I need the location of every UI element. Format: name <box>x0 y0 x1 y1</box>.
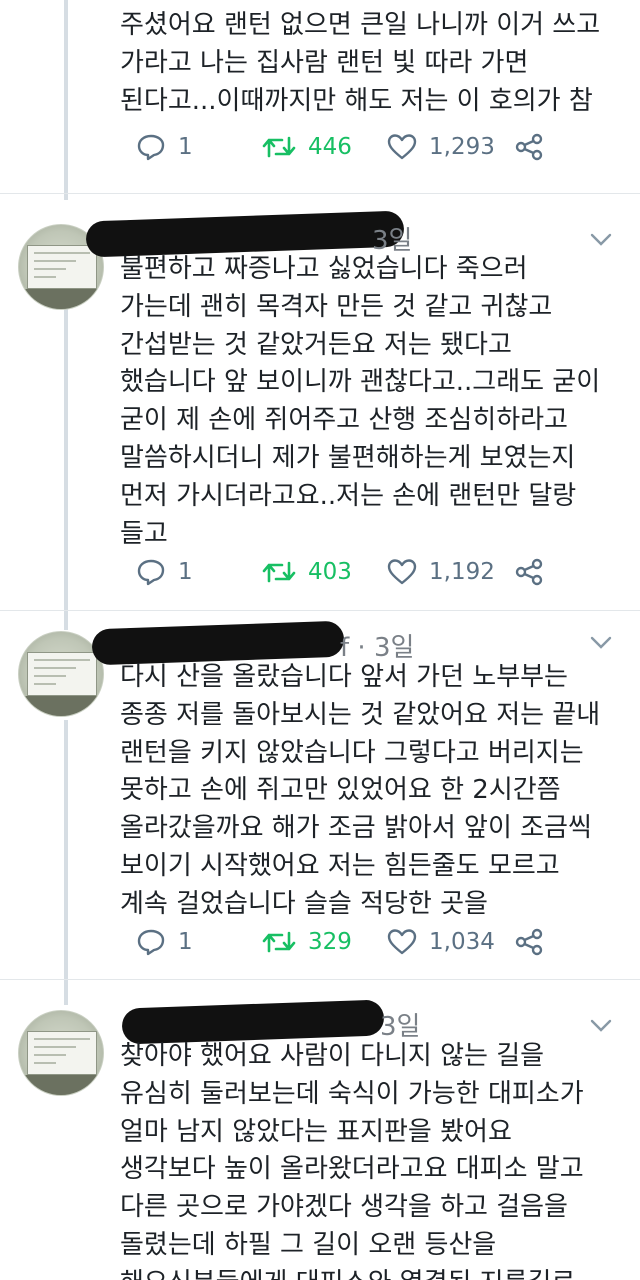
retweet-button[interactable]: 403 <box>262 552 352 592</box>
retweet-count: 329 <box>308 929 352 955</box>
tweet-2[interactable]: f · 3일 다시 산을 올랐습니다 앞서 가던 노부부는 종종 저를 돌아보시… <box>0 611 640 981</box>
chevron-down-icon <box>590 233 612 246</box>
tweet-line: 가라고 나는 집사람 랜턴 빛 따라 가면 <box>120 47 529 78</box>
like-count: 1,293 <box>429 134 495 160</box>
reply-button[interactable]: 1 <box>136 552 193 592</box>
like-count: 1,034 <box>429 929 495 955</box>
tweet-line: 종종 저를 돌아보시는 것 같았어요 저는 끝내 <box>120 699 601 730</box>
reply-button[interactable]: 1 <box>136 127 193 167</box>
tweet-3[interactable]: 3일 찾아야 했어요 사람이 다니지 않는 길을 유심히 둘러보는데 숙식이 가… <box>0 980 640 1280</box>
tweet-line: 먼저 가시더라고요..저는 손에 랜턴만 달랑 <box>120 480 577 511</box>
share-nodes-icon <box>514 928 544 956</box>
tweet-line: 해오신분들에게 대피소와 열결된 지름길로 <box>120 1265 620 1280</box>
tweet-text: 주셨어요 랜턴 없으면 큰일 나니까 이거 쓰고 가라고 나는 집사람 랜턴 빛… <box>120 7 620 120</box>
more-options-button[interactable] <box>590 1018 612 1032</box>
tweet-line: 올라갔을까요 해가 조금 밝아서 앞이 조금씩 <box>120 813 592 844</box>
share-button[interactable] <box>514 552 556 592</box>
avatar-image <box>27 245 97 289</box>
tweet-line: 돌렸는데 하필 그 길이 오랜 등산을 <box>120 1229 497 1260</box>
tweet-line: 다시 산을 올랐습니다 앞서 가던 노부부는 <box>120 662 568 692</box>
share-nodes-icon <box>514 558 544 586</box>
retweet-button[interactable]: 329 <box>262 922 352 962</box>
share-nodes-icon <box>514 133 544 161</box>
tweet-text: 불편하고 짜증나고 싫었습니다 죽으러 가는데 괜히 목격자 만든 것 같고 귀… <box>120 251 620 553</box>
chevron-down-icon <box>590 636 612 649</box>
avatar[interactable] <box>18 1010 104 1096</box>
tweet-text: 다시 산을 올랐습니다 앞서 가던 노부부는 종종 저를 돌아보시는 것 같았어… <box>120 659 620 924</box>
tweet-actions: 1 329 1,034 <box>0 922 640 962</box>
reply-bubble-icon <box>136 558 166 586</box>
tweet-line: 찾아야 했어요 사람이 다니지 않는 길을 <box>120 1041 545 1071</box>
retweet-count: 446 <box>308 134 352 160</box>
heart-outline-icon <box>387 558 417 586</box>
tweet-line: 유심히 둘러보는데 숙식이 가능한 대피소가 <box>120 1078 584 1109</box>
more-options-button[interactable] <box>590 232 612 246</box>
reply-button[interactable]: 1 <box>136 922 193 962</box>
avatar-image <box>27 652 97 696</box>
share-button[interactable] <box>514 922 556 962</box>
tweet-line: 했습니다 앞 보이니까 괜찮다고..그래도 굳이 <box>120 367 601 398</box>
tweet-line: 랜턴을 키지 않았습니다 그렇다고 버리지는 <box>120 737 584 768</box>
retweet-count: 403 <box>308 559 352 585</box>
tweet-line: 된다고...이때까지만 해도 저는 이 호의가 참 <box>120 85 593 116</box>
reply-count: 1 <box>178 929 193 955</box>
tweet-line: 불편하고 짜증나고 싫었습니다 죽으러 <box>120 254 528 284</box>
reply-count: 1 <box>178 559 193 585</box>
tweet-line: 보이기 시작했어요 저는 힘든줄도 모르고 <box>120 850 560 881</box>
tweet-line: 들고 <box>120 518 168 549</box>
tweet-line: 다른 곳으로 가야겠다 생각을 하고 걸음을 <box>120 1192 568 1223</box>
tweet-line: 가는데 괜히 목격자 만든 것 같고 귀찮고 <box>120 291 553 322</box>
tweet-line: 계속 걸었습니다 슬슬 적당한 곳을 <box>120 888 488 919</box>
tweet-line: 간섭받는 것 같았거든요 저는 됐다고 <box>120 329 512 360</box>
tweet-line: 말씀하시더니 제가 불편해하는게 보였는지 <box>120 442 576 473</box>
heart-outline-icon <box>387 928 417 956</box>
retweet-arrows-icon <box>262 134 296 160</box>
tweet-line: 주셨어요 랜턴 없으면 큰일 나니까 이거 쓰고 <box>120 10 601 40</box>
tweet-line: 굳이 제 손에 쥐어주고 산행 조심히하라고 <box>120 405 568 436</box>
tweet-actions: 1 446 1,293 <box>0 127 640 167</box>
retweet-arrows-icon <box>262 929 296 955</box>
tweet-line: 얼마 남지 않았다는 표지판을 봤어요 <box>120 1116 512 1147</box>
reply-bubble-icon <box>136 928 166 956</box>
like-button[interactable]: 1,293 <box>387 127 495 167</box>
avatar-image <box>27 1031 97 1075</box>
tweet-text: 찾아야 했어요 사람이 다니지 않는 길을 유심히 둘러보는데 숙식이 가능한 … <box>120 1038 620 1280</box>
tweet-actions: 1 403 1,192 <box>0 552 640 592</box>
like-button[interactable]: 1,034 <box>387 922 495 962</box>
share-button[interactable] <box>514 127 556 167</box>
tweet-1[interactable]: 3일 불편하고 짜증나고 싫었습니다 죽으러 가는데 괜히 목격자 만든 것 같… <box>0 194 640 614</box>
avatar[interactable] <box>18 631 104 717</box>
tweet-line: 생각보다 높이 올라왔더라고요 대피소 말고 <box>120 1154 584 1185</box>
chevron-down-icon <box>590 1019 612 1032</box>
like-button[interactable]: 1,192 <box>387 552 495 592</box>
tweet-0[interactable]: 주셨어요 랜턴 없으면 큰일 나니까 이거 쓰고 가라고 나는 집사람 랜턴 빛… <box>0 0 640 185</box>
reply-bubble-icon <box>136 133 166 161</box>
like-count: 1,192 <box>429 559 495 585</box>
retweet-arrows-icon <box>262 559 296 585</box>
retweet-button[interactable]: 446 <box>262 127 352 167</box>
reply-count: 1 <box>178 134 193 160</box>
tweet-line: 못하고 손에 쥐고만 있었어요 한 2시간쯤 <box>120 775 561 806</box>
more-options-button[interactable] <box>590 635 612 649</box>
heart-outline-icon <box>387 133 417 161</box>
